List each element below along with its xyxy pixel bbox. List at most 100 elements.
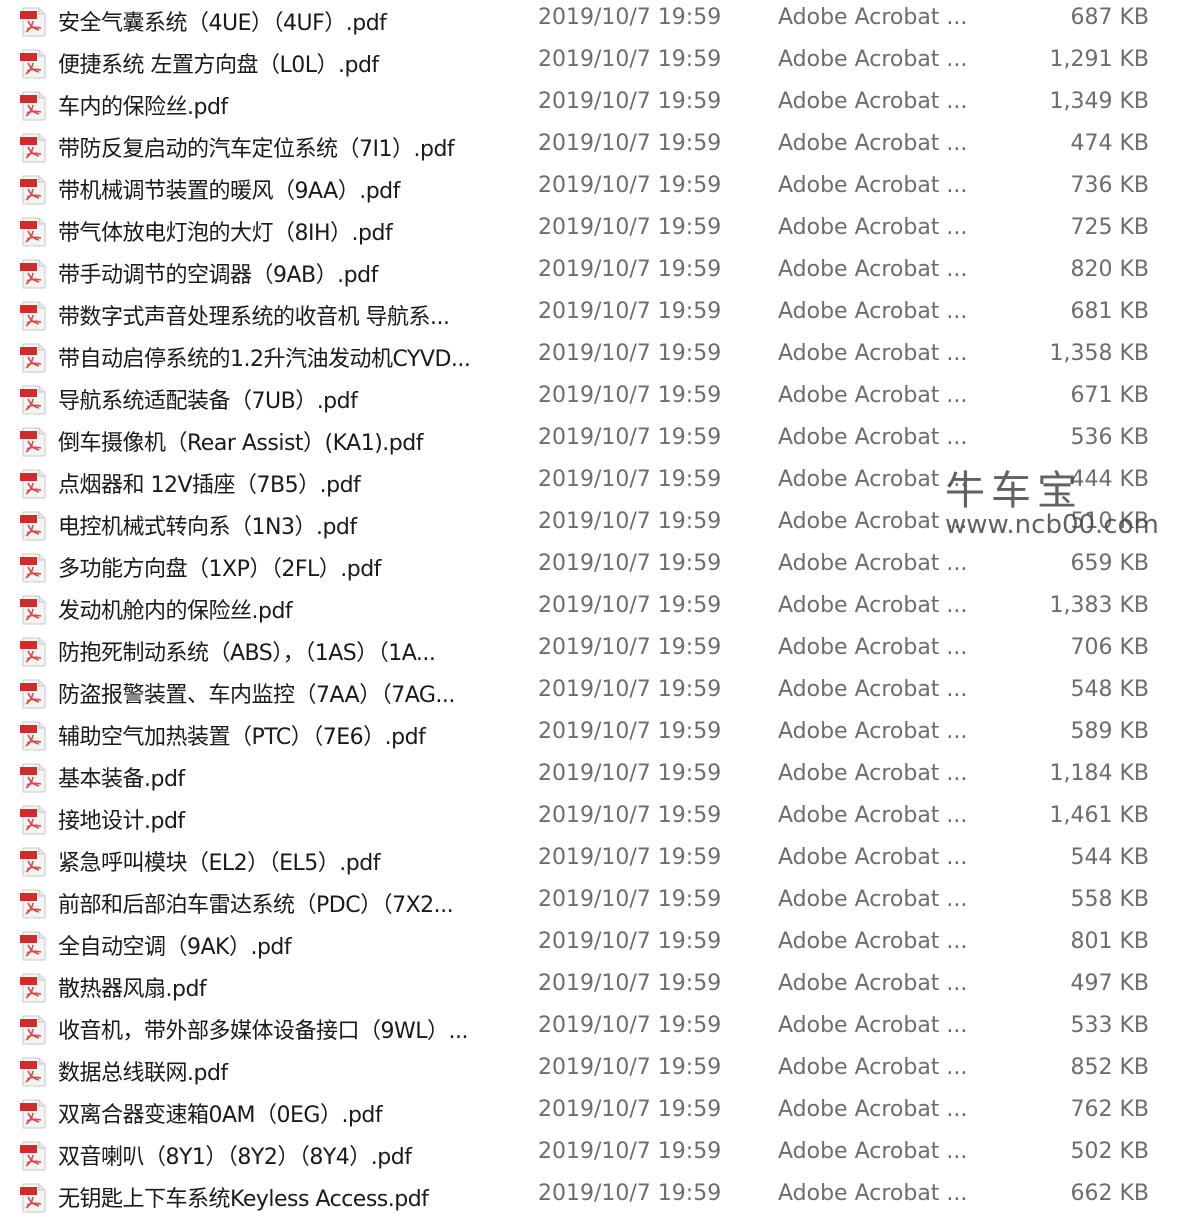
file-date-modified: 2019/10/7 19:59 — [538, 845, 722, 870]
file-date-modified: 2019/10/7 19:59 — [538, 5, 722, 30]
file-row[interactable]: 防盗报警装置、车内监控（7AA）（7AG... 2019/10/7 19:59 … — [0, 672, 1190, 714]
file-type: Adobe Acrobat ... — [778, 299, 968, 324]
file-name: 带数字式声音处理系统的收音机 导航系... — [58, 305, 450, 330]
file-date-modified: 2019/10/7 19:59 — [538, 887, 722, 912]
pdf-file-icon — [20, 217, 46, 247]
pdf-file-icon — [20, 847, 46, 877]
file-size: 536 KB — [1070, 425, 1149, 450]
file-date-modified: 2019/10/7 19:59 — [538, 929, 722, 954]
file-row[interactable]: 前部和后部泊车雷达系统（PDC）（7X2... 2019/10/7 19:59 … — [0, 882, 1190, 924]
file-row[interactable]: 双音喇叭（8Y1）（8Y2）（8Y4）.pdf 2019/10/7 19:59 … — [0, 1134, 1190, 1176]
file-row[interactable]: 数据总线联网.pdf 2019/10/7 19:59 Adobe Acrobat… — [0, 1050, 1190, 1092]
file-size: 852 KB — [1070, 1055, 1149, 1080]
file-row[interactable]: 电控机械式转向系（1N3）.pdf 2019/10/7 19:59 Adobe … — [0, 504, 1190, 546]
file-type: Adobe Acrobat ... — [778, 971, 968, 996]
file-name: 前部和后部泊车雷达系统（PDC）（7X2... — [58, 893, 454, 918]
file-name: 安全气囊系统（4UE）（4UF）.pdf — [58, 11, 387, 36]
file-type: Adobe Acrobat ... — [778, 341, 968, 366]
file-name: 带手动调节的空调器（9AB）.pdf — [58, 263, 378, 288]
file-date-modified: 2019/10/7 19:59 — [538, 383, 722, 408]
file-name: 辅助空气加热装置（PTC）（7E6）.pdf — [58, 725, 426, 750]
file-size: 1,184 KB — [1049, 761, 1150, 786]
file-row[interactable]: 多功能方向盘（1XP）（2FL）.pdf 2019/10/7 19:59 Ado… — [0, 546, 1190, 588]
file-name: 带防反复启动的汽车定位系统（7I1）.pdf — [58, 137, 455, 162]
pdf-file-icon — [20, 637, 46, 667]
file-date-modified: 2019/10/7 19:59 — [538, 173, 722, 198]
file-name: 基本装备.pdf — [58, 767, 185, 792]
file-type: Adobe Acrobat ... — [778, 593, 968, 618]
file-row[interactable]: 带手动调节的空调器（9AB）.pdf 2019/10/7 19:59 Adobe… — [0, 252, 1190, 294]
file-size: 1,358 KB — [1049, 341, 1150, 366]
file-name: 便捷系统 左置方向盘（L0L）.pdf — [58, 53, 379, 78]
file-list: 安全气囊系统（4UE）（4UF）.pdf 2019/10/7 19:59 Ado… — [0, 0, 1190, 1218]
file-size: 474 KB — [1070, 131, 1149, 156]
file-date-modified: 2019/10/7 19:59 — [538, 719, 722, 744]
file-name: 全自动空调（9AK）.pdf — [58, 935, 292, 960]
file-date-modified: 2019/10/7 19:59 — [538, 131, 722, 156]
file-size: 687 KB — [1070, 5, 1149, 30]
file-size: 1,349 KB — [1049, 89, 1150, 114]
file-name: 带机械调节装置的暖风（9AA）.pdf — [58, 179, 400, 204]
file-name: 紧急呼叫模块（EL2）（EL5）.pdf — [58, 851, 380, 876]
file-row[interactable]: 导航系统适配装备（7UB）.pdf 2019/10/7 19:59 Adobe … — [0, 378, 1190, 420]
file-date-modified: 2019/10/7 19:59 — [538, 47, 722, 72]
file-type: Adobe Acrobat ... — [778, 509, 968, 534]
file-type: Adobe Acrobat ... — [778, 383, 968, 408]
file-row[interactable]: 带数字式声音处理系统的收音机 导航系... 2019/10/7 19:59 Ad… — [0, 294, 1190, 336]
file-date-modified: 2019/10/7 19:59 — [538, 1181, 722, 1206]
file-size: 736 KB — [1070, 173, 1149, 198]
file-name: 数据总线联网.pdf — [58, 1061, 228, 1086]
pdf-file-icon — [20, 595, 46, 625]
file-row[interactable]: 全自动空调（9AK）.pdf 2019/10/7 19:59 Adobe Acr… — [0, 924, 1190, 966]
file-row[interactable]: 倒车摄像机（Rear Assist）(KA1).pdf 2019/10/7 19… — [0, 420, 1190, 462]
file-row[interactable]: 紧急呼叫模块（EL2）（EL5）.pdf 2019/10/7 19:59 Ado… — [0, 840, 1190, 882]
file-size: 706 KB — [1070, 635, 1149, 660]
file-row[interactable]: 点烟器和 12V插座（7B5）.pdf 2019/10/7 19:59 Adob… — [0, 462, 1190, 504]
file-size: 544 KB — [1070, 845, 1149, 870]
file-date-modified: 2019/10/7 19:59 — [538, 299, 722, 324]
pdf-file-icon — [20, 763, 46, 793]
file-type: Adobe Acrobat ... — [778, 173, 968, 198]
file-row[interactable]: 便捷系统 左置方向盘（L0L）.pdf 2019/10/7 19:59 Adob… — [0, 42, 1190, 84]
file-date-modified: 2019/10/7 19:59 — [538, 593, 722, 618]
file-row[interactable]: 散热器风扇.pdf 2019/10/7 19:59 Adobe Acrobat … — [0, 966, 1190, 1008]
file-size: 820 KB — [1070, 257, 1149, 282]
file-row[interactable]: 带气体放电灯泡的大灯（8IH）.pdf 2019/10/7 19:59 Adob… — [0, 210, 1190, 252]
file-size: 725 KB — [1070, 215, 1149, 240]
file-row[interactable]: 防抱死制动系统（ABS），（1AS）（1A... 2019/10/7 19:59… — [0, 630, 1190, 672]
pdf-file-icon — [20, 805, 46, 835]
file-row[interactable]: 接地设计.pdf 2019/10/7 19:59 Adobe Acrobat .… — [0, 798, 1190, 840]
file-name: 防盗报警装置、车内监控（7AA）（7AG... — [58, 683, 455, 708]
file-name: 带气体放电灯泡的大灯（8IH）.pdf — [58, 221, 393, 246]
file-type: Adobe Acrobat ... — [778, 131, 968, 156]
file-row[interactable]: 无钥匙上下车系统Keyless Access.pdf 2019/10/7 19:… — [0, 1176, 1190, 1218]
file-row[interactable]: 安全气囊系统（4UE）（4UF）.pdf 2019/10/7 19:59 Ado… — [0, 0, 1190, 42]
file-type: Adobe Acrobat ... — [778, 1013, 968, 1038]
file-date-modified: 2019/10/7 19:59 — [538, 467, 722, 492]
file-date-modified: 2019/10/7 19:59 — [538, 1013, 722, 1038]
file-row[interactable]: 双离合器变速箱0AM（0EG）.pdf 2019/10/7 19:59 Adob… — [0, 1092, 1190, 1134]
file-date-modified: 2019/10/7 19:59 — [538, 215, 722, 240]
file-name: 散热器风扇.pdf — [58, 977, 207, 1002]
file-row[interactable]: 车内的保险丝.pdf 2019/10/7 19:59 Adobe Acrobat… — [0, 84, 1190, 126]
file-size: 1,383 KB — [1049, 593, 1150, 618]
pdf-file-icon — [20, 175, 46, 205]
file-type: Adobe Acrobat ... — [778, 467, 968, 492]
file-date-modified: 2019/10/7 19:59 — [538, 635, 722, 660]
pdf-file-icon — [20, 1183, 46, 1213]
file-name: 收音机，带外部多媒体设备接口（9WL）... — [58, 1019, 469, 1044]
file-row[interactable]: 发动机舱内的保险丝.pdf 2019/10/7 19:59 Adobe Acro… — [0, 588, 1190, 630]
file-row[interactable]: 带自动启停系统的1.2升汽油发动机CYVD... 2019/10/7 19:59… — [0, 336, 1190, 378]
file-row[interactable]: 基本装备.pdf 2019/10/7 19:59 Adobe Acrobat .… — [0, 756, 1190, 798]
file-row[interactable]: 收音机，带外部多媒体设备接口（9WL）... 2019/10/7 19:59 A… — [0, 1008, 1190, 1050]
file-row[interactable]: 带机械调节装置的暖风（9AA）.pdf 2019/10/7 19:59 Adob… — [0, 168, 1190, 210]
file-size: 1,461 KB — [1049, 803, 1150, 828]
file-row[interactable]: 带防反复启动的汽车定位系统（7I1）.pdf 2019/10/7 19:59 A… — [0, 126, 1190, 168]
file-row[interactable]: 辅助空气加热装置（PTC）（7E6）.pdf 2019/10/7 19:59 A… — [0, 714, 1190, 756]
file-size: 510 KB — [1070, 509, 1149, 534]
file-name: 带自动启停系统的1.2升汽油发动机CYVD... — [58, 347, 471, 372]
file-date-modified: 2019/10/7 19:59 — [538, 677, 722, 702]
pdf-file-icon — [20, 1015, 46, 1045]
file-size: 681 KB — [1070, 299, 1149, 324]
file-date-modified: 2019/10/7 19:59 — [538, 425, 722, 450]
